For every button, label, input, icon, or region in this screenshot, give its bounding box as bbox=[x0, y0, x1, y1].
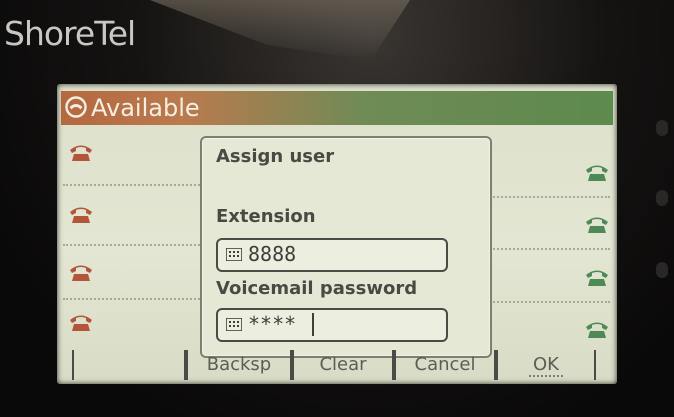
presence-icon bbox=[65, 96, 87, 118]
line-6-phone-icon[interactable] bbox=[585, 214, 609, 234]
line-5-phone-icon[interactable] bbox=[585, 162, 609, 182]
side-button[interactable] bbox=[656, 262, 668, 278]
clear-softkey-label: Clear bbox=[319, 354, 367, 375]
status-label: Available bbox=[91, 94, 200, 122]
backspace-softkey[interactable]: Backsp bbox=[186, 350, 292, 380]
extension-label: Extension bbox=[216, 206, 316, 227]
side-button[interactable] bbox=[656, 120, 668, 136]
line-separator bbox=[490, 246, 610, 250]
ok-softkey[interactable]: OK bbox=[496, 350, 596, 380]
ok-softkey-label: OK bbox=[529, 354, 563, 377]
status-bar: Available bbox=[61, 91, 613, 125]
dialog-title: Assign user bbox=[216, 146, 335, 167]
phone-screen: Available Assign user Extension 8888 Voi… bbox=[57, 84, 617, 384]
line-separator bbox=[490, 194, 610, 198]
extension-field[interactable]: 8888 bbox=[216, 238, 448, 272]
cancel-softkey-label: Cancel bbox=[414, 354, 476, 375]
cancel-softkey[interactable]: Cancel bbox=[394, 350, 496, 380]
line-7-phone-icon[interactable] bbox=[585, 267, 609, 287]
clear-softkey[interactable]: Clear bbox=[292, 350, 394, 380]
voicemail-password-field[interactable]: **** bbox=[216, 308, 448, 342]
line-separator bbox=[63, 242, 200, 246]
backspace-softkey-label: Backsp bbox=[206, 354, 272, 375]
softkey-blank[interactable] bbox=[72, 350, 186, 380]
softkey-bar: Backsp Clear Cancel OK bbox=[62, 350, 612, 382]
text-cursor bbox=[312, 313, 314, 336]
voicemail-password-value: **** bbox=[248, 312, 297, 336]
keypad-icon bbox=[226, 248, 242, 261]
extension-value: 8888 bbox=[248, 242, 297, 266]
line-separator bbox=[63, 296, 200, 300]
keypad-icon bbox=[226, 318, 242, 331]
line-separator bbox=[63, 182, 200, 186]
assign-user-dialog: Assign user Extension 8888 Voicemail pas… bbox=[200, 136, 492, 358]
line-1-phone-icon[interactable] bbox=[69, 142, 93, 162]
line-2-phone-icon[interactable] bbox=[69, 204, 93, 224]
side-button[interactable] bbox=[656, 190, 668, 206]
line-separator bbox=[490, 299, 610, 303]
brand-logo: ShoreTel bbox=[4, 14, 136, 53]
line-3-phone-icon[interactable] bbox=[69, 262, 93, 282]
voicemail-password-label: Voicemail password bbox=[216, 278, 418, 299]
line-8-phone-icon[interactable] bbox=[585, 319, 609, 339]
line-4-phone-icon[interactable] bbox=[69, 312, 93, 332]
